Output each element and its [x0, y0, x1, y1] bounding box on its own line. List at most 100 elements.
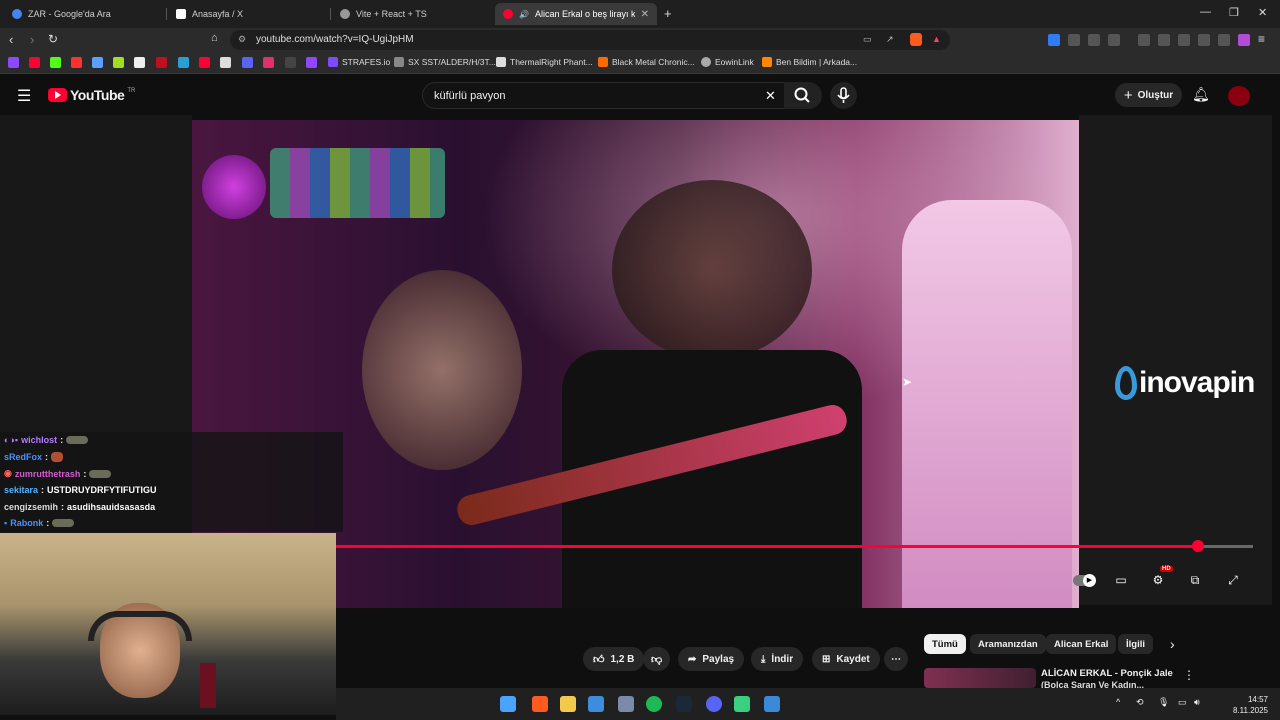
spotify-icon[interactable]	[646, 696, 662, 712]
close-tab-icon[interactable]: ✕	[641, 9, 649, 20]
stream-chat-overlay	[0, 432, 343, 532]
brave-shields-icon[interactable]	[910, 33, 922, 46]
save-button[interactable]: ⊞ Kaydet	[812, 647, 880, 671]
bookmark-eowinlink[interactable]: EowinLink	[701, 57, 754, 67]
chip-artist[interactable]: Alican Erkal	[1046, 634, 1117, 654]
bookmark-icon[interactable]	[92, 57, 103, 68]
tray-chevron-icon[interactable]: ^	[1116, 697, 1120, 707]
instagram-bookmark-icon[interactable]	[263, 57, 274, 68]
video-progress-bar[interactable]	[336, 540, 1253, 552]
bookmark-icon[interactable]	[71, 57, 82, 68]
chevron-right-icon[interactable]: ›	[1170, 636, 1175, 652]
wallet-icon[interactable]	[1178, 34, 1190, 46]
extension-icon[interactable]	[1068, 34, 1080, 46]
fullscreen-icon[interactable]: ⤢	[1225, 573, 1241, 587]
install-app-icon[interactable]: ▭	[863, 34, 872, 45]
share-page-icon[interactable]: ↗	[886, 34, 894, 45]
subtitles-icon[interactable]: ▭	[1113, 573, 1129, 587]
system-clock[interactable]: 14:57 8.11.2025	[1233, 694, 1268, 716]
autoplay-toggle[interactable]: ▶	[1073, 574, 1096, 587]
bookmark-icon[interactable]: ⌂	[211, 32, 218, 44]
bookmark-thermalright[interactable]: ThermalRight Phant...	[496, 57, 593, 67]
hamburger-menu-icon[interactable]: ☰	[17, 86, 31, 106]
extension-icon[interactable]	[1048, 34, 1060, 46]
bookmark-strafes[interactable]: STRAFES.io	[328, 57, 390, 67]
tab-google-search[interactable]: ZAR - Google'da Ara	[4, 3, 164, 25]
restore-icon[interactable]: ❐	[1229, 6, 1239, 19]
bookmark-black-metal[interactable]: Black Metal Chronic...	[598, 57, 695, 67]
microphone-tray-icon[interactable]: 🎙︎	[1158, 697, 1169, 708]
x-logo-icon	[176, 9, 186, 19]
profile-icon[interactable]	[1238, 34, 1250, 46]
close-window-icon[interactable]: ✕	[1258, 6, 1267, 19]
bookmark-icon[interactable]	[113, 57, 124, 68]
chip-from-search[interactable]: Aramanızdan	[970, 634, 1046, 654]
twitch-bookmark-icon[interactable]	[306, 57, 317, 68]
site-info-icon[interactable]: ⚙	[238, 34, 246, 45]
search-input[interactable]: küfürlü pavyon ✕	[422, 82, 786, 109]
clear-search-icon[interactable]: ✕	[765, 88, 776, 104]
recommended-video-title[interactable]: ALİCAN ERKAL - Ponçik Jale	[1041, 668, 1173, 679]
bookmark-icon[interactable]	[156, 57, 167, 68]
youtube-bookmark-icon[interactable]	[29, 57, 40, 68]
volume-icon[interactable]: 🔊︎	[1194, 697, 1200, 708]
puzzle-icon[interactable]	[1088, 34, 1100, 46]
bookmark-icon[interactable]	[8, 57, 19, 68]
settings-gear-icon[interactable]: ⚙	[1150, 573, 1166, 587]
tray-app-icon[interactable]: ⟲	[1136, 697, 1144, 708]
youtube-logo[interactable]: YouTube TR	[48, 87, 135, 103]
steam-icon[interactable]	[676, 696, 692, 712]
app-icon[interactable]	[764, 696, 780, 712]
notifications-bell-icon[interactable]: 🔔︎	[1192, 86, 1210, 103]
vpn-icon[interactable]	[1218, 34, 1230, 46]
extension-icon[interactable]	[1108, 34, 1120, 46]
avatar[interactable]	[1228, 86, 1250, 106]
leo-ai-icon[interactable]	[1198, 34, 1210, 46]
video-options-icon[interactable]: ⋮	[1183, 668, 1195, 682]
youtube-bookmark-icon[interactable]	[199, 57, 210, 68]
search-button[interactable]	[784, 82, 822, 109]
minimize-icon[interactable]: —	[1200, 6, 1211, 18]
bookmark-ben-bildim[interactable]: Ben Bildim | Arkada...	[762, 57, 857, 67]
back-icon[interactable]: ‹	[9, 32, 13, 47]
youtube-play-logo-icon	[48, 88, 67, 102]
brave-rewards-icon[interactable]: ▲	[932, 34, 941, 44]
reload-icon[interactable]: ↻	[48, 32, 58, 46]
chip-related[interactable]: İlgili	[1118, 634, 1153, 654]
menu-icon[interactable]: ≡	[1258, 32, 1265, 46]
bookmark-sx-sst[interactable]: SX SST/ALDER/H/3T...	[394, 57, 496, 67]
file-explorer-icon[interactable]	[560, 696, 576, 712]
download-button[interactable]: ⤓ İndir	[751, 647, 804, 671]
tiktok-bookmark-icon[interactable]	[134, 57, 145, 68]
bookmark-icon[interactable]	[178, 57, 189, 68]
discord-bookmark-icon[interactable]	[242, 57, 253, 68]
network-icon[interactable]: ▭	[1178, 697, 1187, 708]
kick-bookmark-icon[interactable]	[50, 57, 61, 68]
miniplayer-icon[interactable]: ⧉	[1187, 573, 1203, 587]
photos-icon[interactable]	[588, 696, 604, 712]
bookmark-icon[interactable]	[285, 57, 296, 68]
discord-icon[interactable]	[706, 696, 722, 712]
x-bookmark-icon[interactable]	[220, 57, 231, 68]
tab-x[interactable]: Anasayfa / X	[168, 3, 328, 25]
app-icon[interactable]	[618, 696, 634, 712]
like-button[interactable]: 👍︎ 1,2 B	[583, 647, 645, 671]
more-actions-button[interactable]: ⋯	[884, 647, 908, 671]
create-button[interactable]: + Oluştur	[1115, 83, 1182, 107]
chip-all[interactable]: Tümü	[924, 634, 966, 654]
windows-start-icon[interactable]	[500, 696, 516, 712]
dislike-button[interactable]: 👎︎	[643, 647, 671, 671]
sidebar-icon[interactable]	[1158, 34, 1170, 46]
progress-scrubber[interactable]	[1191, 540, 1204, 552]
address-bar[interactable]: ⚙ youtube.com/watch?v=IQ-UgiJpHM ▭ ↗ ▲	[230, 30, 950, 50]
brave-browser-icon[interactable]	[532, 696, 548, 712]
recommended-video-thumbnail[interactable]	[924, 668, 1036, 688]
new-tab-button[interactable]: +	[664, 6, 672, 21]
tab-vite[interactable]: Vite + React + TS	[332, 3, 492, 25]
music-icon[interactable]	[1138, 34, 1150, 46]
voice-search-button[interactable]	[830, 82, 857, 109]
tab-youtube-active[interactable]: 🔊 Alican Erkal o beş lirayı kim g ✕	[495, 3, 657, 25]
app-icon[interactable]	[734, 696, 750, 712]
share-button[interactable]: ➦ Paylaş	[678, 647, 745, 671]
forward-icon[interactable]: ›	[30, 32, 34, 47]
